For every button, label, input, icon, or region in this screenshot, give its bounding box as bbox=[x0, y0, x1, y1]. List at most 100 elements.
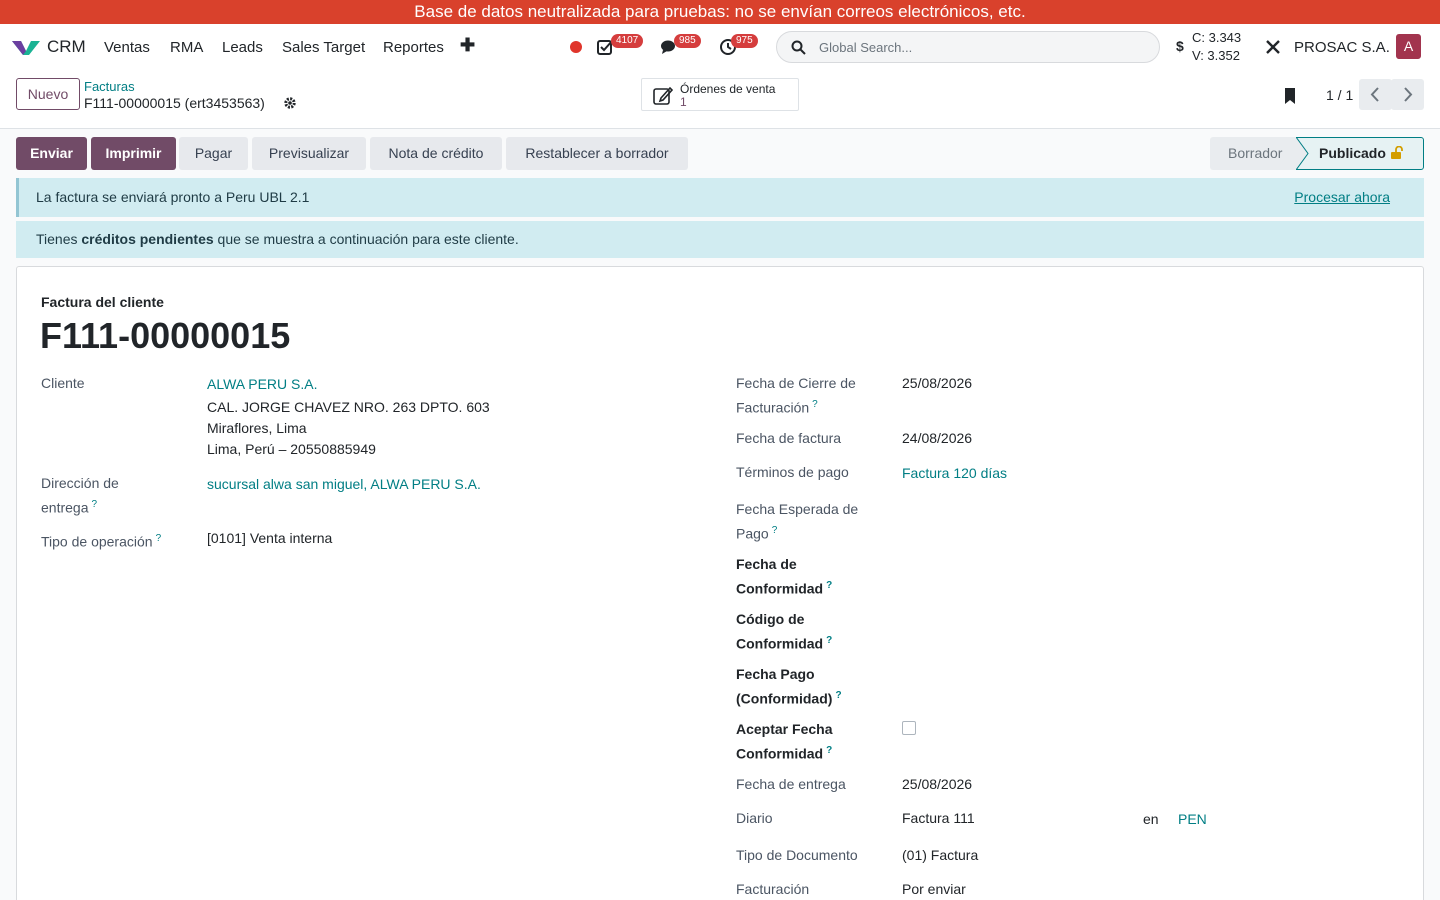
menu-leads[interactable]: Leads bbox=[222, 39, 263, 56]
smart-button-count: 1 bbox=[680, 95, 687, 109]
send-button[interactable]: Enviar bbox=[16, 137, 87, 170]
sale-orders-smart-button[interactable]: Órdenes de venta 1 bbox=[641, 78, 799, 111]
credits-alert: Tienes créditos pendientes que se muestr… bbox=[16, 221, 1424, 258]
menu-sales-target[interactable]: Sales Target bbox=[282, 39, 365, 56]
help-icon[interactable]: ? bbox=[91, 499, 97, 510]
breadcrumb-current: F111-00000015 (ert3453563) bbox=[84, 95, 265, 111]
ubl-alert: La factura se enviará pronto a Peru UBL … bbox=[16, 178, 1424, 217]
label-payment-terms: Términos de pago bbox=[736, 464, 849, 480]
label-expected-payment-line1: Fecha Esperada de bbox=[736, 501, 859, 517]
currency-link[interactable]: PEN bbox=[1178, 809, 1207, 830]
user-avatar[interactable]: A bbox=[1396, 34, 1421, 59]
billing-status-value: Por enviar bbox=[902, 881, 966, 897]
label-conformity-date-line1: Fecha de bbox=[736, 556, 797, 572]
pager-next-button[interactable] bbox=[1391, 79, 1424, 110]
label-invoice-date: Fecha de factura bbox=[736, 430, 842, 446]
operation-type-value[interactable]: [0101] Venta interna bbox=[207, 528, 332, 549]
label-operation-type-text: Tipo de operación bbox=[41, 533, 153, 550]
invoice-date-value[interactable]: 24/08/2026 bbox=[902, 428, 972, 449]
menu-ventas[interactable]: Ventas bbox=[104, 39, 150, 56]
delivery-date-value[interactable]: 25/08/2026 bbox=[902, 774, 972, 795]
customer-link[interactable]: ALWA PERU S.A. bbox=[207, 374, 317, 395]
search-icon bbox=[791, 40, 806, 55]
payment-terms-link[interactable]: Factura 120 días bbox=[902, 463, 1007, 484]
label-conformity-payment-line1: Fecha Pago bbox=[736, 666, 815, 682]
label-conformity-payment-date: Fecha Pago (Conformidad)? bbox=[736, 664, 842, 710]
exchange-rate-icon: $ bbox=[1176, 38, 1184, 54]
invoice-form-sheet: Factura del cliente F111-00000015 Client… bbox=[16, 266, 1424, 900]
process-now-link[interactable]: Procesar ahora bbox=[1294, 189, 1390, 205]
label-cliente: Cliente bbox=[41, 375, 85, 391]
accept-conformity-checkbox[interactable] bbox=[902, 721, 916, 735]
help-icon[interactable]: ? bbox=[826, 745, 832, 756]
label-expected-payment-line2: Pago bbox=[736, 525, 769, 542]
invoice-number: F111-00000015 bbox=[40, 315, 291, 356]
label-operation-type: Tipo de operación? bbox=[41, 528, 161, 553]
label-billing-close-date: Fecha de Cierre de Facturación? bbox=[736, 373, 856, 419]
plus-icon[interactable]: ✚ bbox=[460, 35, 475, 56]
credits-text-bold: créditos pendientes bbox=[81, 231, 214, 247]
customer-address-line2: Miraflores, Lima bbox=[207, 420, 307, 436]
top-navbar: CRM Ventas RMA Leads Sales Target Report… bbox=[0, 24, 1440, 70]
recording-dot-icon[interactable] bbox=[570, 41, 582, 53]
label-billing-close-line2: Facturación bbox=[736, 399, 810, 416]
pager-value[interactable]: 1 / 1 bbox=[1326, 87, 1353, 103]
activity-badge: 4107 bbox=[611, 34, 644, 48]
breadcrumb-parent[interactable]: Facturas bbox=[84, 79, 135, 94]
print-button[interactable]: Imprimir bbox=[91, 137, 176, 170]
label-accept-conformity-date: Aceptar Fecha Conformidad? bbox=[736, 719, 832, 765]
document-type: Factura del cliente bbox=[41, 294, 164, 310]
preview-button[interactable]: Previsualizar bbox=[252, 137, 366, 170]
control-panel: Nuevo Facturas F111-00000015 (ert3453563… bbox=[0, 70, 1440, 129]
chevron-left-icon bbox=[1370, 87, 1379, 102]
help-icon[interactable]: ? bbox=[156, 533, 162, 544]
messages-badge: 985 bbox=[674, 34, 701, 48]
new-button[interactable]: Nuevo bbox=[16, 78, 80, 110]
neutralized-db-banner: Base de datos neutralizada para pruebas:… bbox=[0, 0, 1440, 24]
status-posted[interactable]: Publicado bbox=[1296, 137, 1424, 170]
customer-address-line1: CAL. JORGE CHAVEZ NRO. 263 DPTO. 603 bbox=[207, 399, 490, 415]
edit-icon bbox=[653, 86, 673, 105]
credit-note-button[interactable]: Nota de crédito bbox=[370, 137, 502, 170]
label-conformity-code-line1: Código de bbox=[736, 611, 805, 627]
menu-rma[interactable]: RMA bbox=[170, 39, 203, 56]
currency-in-label: en bbox=[1143, 811, 1159, 827]
journal-value[interactable]: Factura 111 bbox=[902, 808, 975, 829]
credits-text-post: que se muestra a continuación para este … bbox=[213, 231, 519, 247]
crm-app-icon[interactable] bbox=[12, 37, 40, 57]
help-icon[interactable]: ? bbox=[835, 690, 841, 701]
menu-reportes[interactable]: Reportes bbox=[383, 39, 444, 56]
ubl-alert-text: La factura se enviará pronto a Peru UBL … bbox=[36, 189, 310, 205]
pay-button[interactable]: Pagar bbox=[179, 137, 248, 170]
label-billing-status: Facturación bbox=[736, 881, 810, 897]
help-icon[interactable]: ? bbox=[812, 399, 818, 410]
label-delivery-address-line2: entrega bbox=[41, 499, 89, 516]
delivery-address-link[interactable]: sucursal alwa san miguel, ALWA PERU S.A. bbox=[207, 474, 481, 495]
gear-icon[interactable] bbox=[283, 96, 297, 110]
label-journal: Diario bbox=[736, 810, 773, 826]
global-search[interactable]: Global Search... bbox=[776, 31, 1160, 63]
label-delivery-address-line1: Dirección de bbox=[41, 475, 119, 491]
label-conformity-payment-line2: (Conformidad) bbox=[736, 690, 833, 707]
help-icon[interactable]: ? bbox=[826, 580, 832, 591]
status-draft[interactable]: Borrador bbox=[1210, 137, 1298, 170]
label-conformity-code-line2: Conformidad bbox=[736, 635, 824, 652]
bookmark-icon[interactable] bbox=[1283, 87, 1297, 105]
company-switcher[interactable]: PROSAC S.A. bbox=[1294, 39, 1390, 56]
label-conformity-date: Fecha de Conformidad? bbox=[736, 554, 832, 600]
timer-badge: 975 bbox=[731, 34, 758, 48]
smart-button-label: Órdenes de venta bbox=[680, 82, 776, 96]
pager-previous-button[interactable] bbox=[1359, 79, 1392, 110]
search-placeholder: Global Search... bbox=[819, 40, 913, 55]
help-icon[interactable]: ? bbox=[772, 525, 778, 536]
label-conformity-date-line2: Conformidad bbox=[736, 580, 824, 597]
unlock-icon bbox=[1391, 146, 1403, 159]
billing-close-date-value[interactable]: 25/08/2026 bbox=[902, 373, 972, 394]
help-icon[interactable]: ? bbox=[826, 635, 832, 646]
app-name[interactable]: CRM bbox=[47, 37, 86, 57]
debug-tools-icon[interactable] bbox=[1264, 38, 1282, 56]
document-type-value[interactable]: (01) Factura bbox=[902, 845, 978, 866]
label-accept-conformity-line2: Conformidad bbox=[736, 745, 824, 762]
status-arrow-icon bbox=[1296, 137, 1309, 170]
reset-to-draft-button[interactable]: Restablecer a borrador bbox=[506, 137, 688, 170]
